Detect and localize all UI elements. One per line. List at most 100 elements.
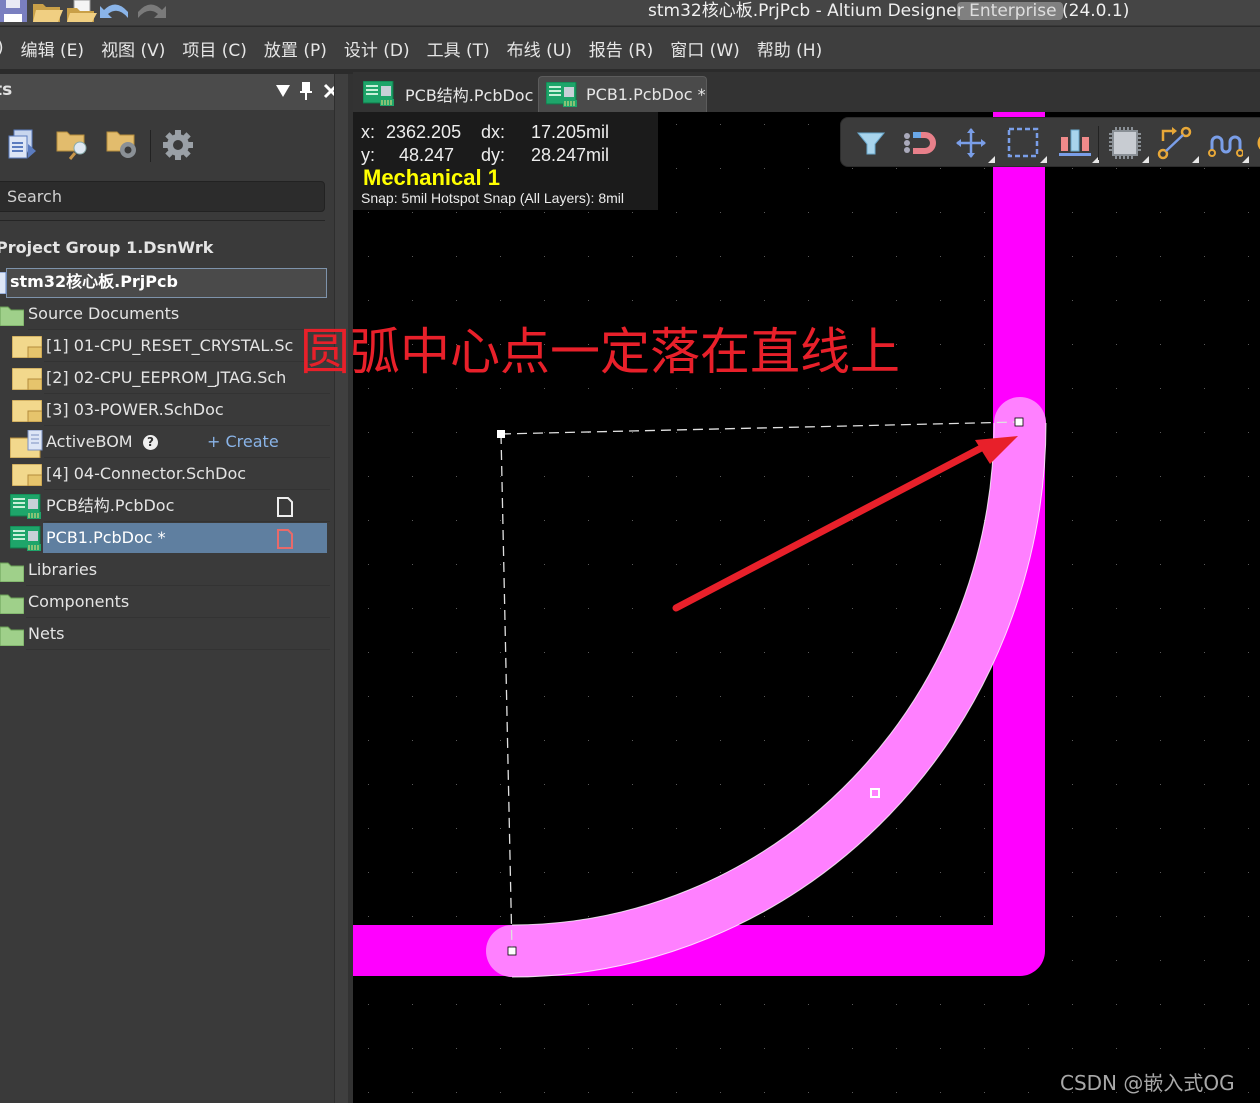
tree-document[interactable]: [1] 01-CPU_RESET_CRYSTAL.Sc	[0, 330, 330, 362]
activebar-divider	[1098, 126, 1099, 160]
dropdown-indicator	[1192, 156, 1199, 163]
hud-y-value: 48.247	[399, 145, 455, 165]
hud-dy-value: 28.247mil	[531, 145, 610, 165]
folder-label: Nets	[28, 624, 65, 643]
settings-gear-icon[interactable]	[160, 128, 196, 162]
open-document-icon[interactable]	[67, 0, 97, 22]
help-icon[interactable]: ?	[143, 435, 158, 450]
document-label: PCB结构.PcbDoc	[46, 496, 175, 515]
workspace-label: Project Group 1.DsnWrk	[0, 238, 214, 257]
panel-header: ts	[0, 74, 348, 110]
length-tuning-button[interactable]	[1207, 125, 1249, 163]
tree-folder-nets[interactable]: Nets	[0, 618, 330, 650]
filter-button[interactable]	[853, 125, 889, 161]
undo-icon[interactable]	[100, 4, 128, 18]
hud-layer-name: Mechanical 1	[363, 165, 500, 190]
select-button[interactable]	[1005, 125, 1047, 163]
tree-document[interactable]: [2] 02-CPU_EEPROM_JTAG.Sch	[0, 362, 330, 394]
align-button[interactable]	[1057, 125, 1099, 163]
hud-y-label: y:	[361, 145, 376, 165]
tab-label: PCB结构.PcbDoc	[405, 86, 534, 105]
source-documents-label: Source Documents	[28, 304, 180, 323]
arc-midpoint-handle[interactable]	[870, 788, 880, 798]
menu-reports[interactable]: 报告 (R)	[589, 36, 653, 61]
heads-up-display: x: 2362.205 dx: 17.205mil y: 48.247 dy: …	[353, 112, 658, 210]
arc-center-handle[interactable]	[497, 430, 505, 438]
tab-pcb-structure[interactable]: PCB结构.PcbDoc	[359, 76, 541, 112]
menu-route[interactable]: 布线 (U)	[507, 36, 572, 61]
folder-label: Components	[28, 592, 130, 611]
pcb-doc-icon	[10, 494, 41, 519]
document-label: [4] 04-Connector.SchDoc	[46, 464, 247, 483]
project-file-icon	[0, 272, 7, 294]
menu-window[interactable]: 窗口 (W)	[670, 36, 739, 61]
folder-icon	[0, 626, 24, 646]
interactive-length-tuning-icon	[1208, 135, 1244, 157]
dropdown-indicator	[988, 156, 995, 163]
search-input[interactable]: Search	[0, 181, 325, 212]
arc-track-selected[interactable]	[486, 397, 1046, 977]
menu-place[interactable]: 放置 (P)	[264, 36, 327, 61]
tree-source-documents[interactable]: Source Documents	[0, 298, 330, 330]
annotation-text: 圆弧中心点一定落在直线上	[300, 323, 900, 381]
tree-folder-components[interactable]: Components	[0, 586, 330, 618]
pcb-canvas[interactable]	[353, 112, 1260, 1103]
tree-document-selected[interactable]: PCB1.PcbDoc *	[0, 522, 330, 554]
menu-tools[interactable]: 工具 (T)	[427, 36, 490, 61]
document-label: [3] 03-POWER.SchDoc	[46, 400, 224, 419]
document-label: [2] 02-CPU_EEPROM_JTAG.Sch	[46, 368, 287, 387]
place-component-button[interactable]	[1107, 125, 1149, 163]
arc-outline-inner	[511, 422, 995, 926]
panel-scrollbar[interactable]	[334, 74, 348, 1103]
panel-menu-dropdown-icon[interactable]	[272, 80, 294, 102]
schematic-doc-icon	[12, 368, 42, 390]
tree-workspace[interactable]: Project Group 1.DsnWrk	[0, 232, 330, 264]
tab-pcb1[interactable]: PCB1.PcbDoc *	[538, 76, 707, 112]
snap-button[interactable]	[901, 125, 937, 161]
filter-icon	[856, 132, 886, 155]
menu-file[interactable]: )	[0, 38, 4, 58]
track-horizontal[interactable]	[353, 112, 1045, 976]
component-chip-icon	[1109, 127, 1141, 159]
redo-icon[interactable]	[138, 4, 166, 18]
document-modified-icon	[277, 529, 293, 549]
menu-help[interactable]: 帮助 (H)	[757, 36, 822, 61]
arc-end-handle[interactable]	[1014, 417, 1024, 427]
route-button[interactable]	[1157, 125, 1199, 163]
folder-icon	[0, 306, 24, 326]
arc-start-handle[interactable]	[507, 946, 517, 956]
tree-document-activebom[interactable]: ActiveBOM ? + Create	[0, 426, 330, 458]
menu-edit[interactable]: 编辑 (E)	[21, 36, 84, 61]
toolbar-divider	[150, 130, 151, 162]
move-button[interactable]	[953, 125, 995, 163]
tree-document[interactable]: [3] 03-POWER.SchDoc	[0, 394, 330, 426]
tree-project[interactable]: stm32核心板.PrjPcb	[0, 266, 330, 298]
tree-folder-libraries[interactable]: Libraries	[0, 554, 330, 586]
schematic-doc-icon	[12, 400, 42, 422]
select-rectangle-icon	[1007, 127, 1039, 158]
dropdown-indicator	[1242, 156, 1249, 163]
folder-icon	[0, 562, 24, 582]
tree-document[interactable]: [4] 04-Connector.SchDoc	[0, 458, 330, 490]
menu-bar: ) 编辑 (E) 视图 (V) 项目 (C) 放置 (P) 设计 (D) 工具 …	[0, 27, 1260, 69]
folder-icon	[0, 594, 24, 614]
save-icon[interactable]	[0, 0, 27, 22]
menu-project[interactable]: 项目 (C)	[182, 36, 247, 61]
folder-settings-icon[interactable]	[106, 128, 142, 162]
folder-label: Libraries	[28, 560, 98, 579]
hud-snap-info: Snap: 5mil Hotspot Snap (All Layers): 8m…	[361, 190, 624, 206]
open-folder-icon[interactable]	[33, 4, 63, 22]
menu-view[interactable]: 视图 (V)	[101, 36, 165, 61]
quick-access-toolbar	[0, 0, 170, 24]
project-documents-icon[interactable]	[6, 128, 42, 162]
schematic-doc-icon	[12, 464, 42, 486]
watermark: CSDN @嵌入式OG	[1060, 1071, 1235, 1095]
more-button[interactable]	[1255, 125, 1260, 161]
create-bom-link[interactable]: + Create	[207, 426, 279, 458]
folder-search-icon[interactable]	[56, 128, 92, 162]
tree-document[interactable]: PCB结构.PcbDoc	[0, 490, 330, 522]
pin-icon[interactable]	[295, 80, 317, 102]
project-label: stm32核心板.PrjPcb	[10, 272, 178, 291]
hud-dx-label: dx:	[481, 122, 506, 142]
menu-design[interactable]: 设计 (D)	[344, 36, 410, 61]
